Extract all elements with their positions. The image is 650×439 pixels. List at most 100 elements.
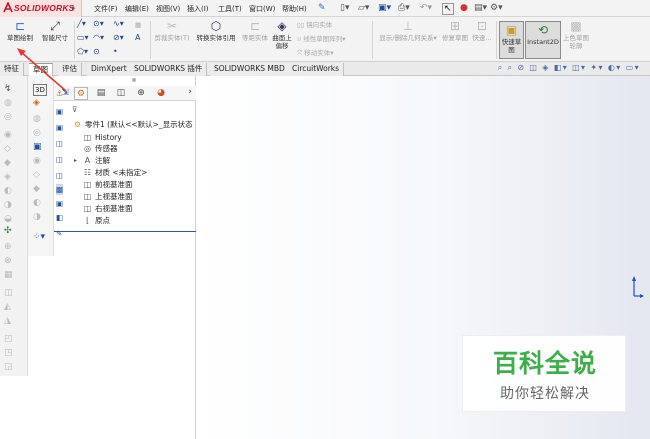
tool-icon[interactable]: ◑ [33,212,41,222]
side-tool-icon[interactable]: ▣ [56,106,63,117]
3d-sketch-icon[interactable]: 3D [33,84,47,96]
tool-icon[interactable]: ◑ [4,200,12,210]
spline-tool-icon[interactable]: ∿▾ [113,19,124,29]
tab-evaluate[interactable]: 评估 [58,63,82,76]
menu-help[interactable]: 帮助(H) [282,4,307,14]
tree-item-sensors[interactable]: ◎ 传感器 [82,143,118,154]
tool-icon[interactable]: ◎ [33,128,41,138]
tool-icon[interactable]: ◫ [4,288,13,298]
tree-item-top-plane[interactable]: ◫ 上视基准面 [82,191,133,202]
heads-up-view-toolbar[interactable]: ⌕ ⌕ ⊘ ◫ ◈ ◧▾ ◫▾ ✦▾ ◐▾ ▭▾ [498,63,640,73]
tool-icon[interactable]: ◐ [4,186,12,196]
tree-item-front-plane[interactable]: ◫ 前视基准面 [82,179,133,190]
side-tool-icon[interactable]: ◫ [56,138,63,149]
tool-icon[interactable]: ◒ [4,214,12,224]
quick-snaps-button[interactable]: ⊡ 快速... [469,19,495,42]
tool-icon[interactable]: ▦ [4,270,13,280]
centerline-tool-icon[interactable]: • [113,47,118,57]
select-icon[interactable]: ↖ [442,3,454,15]
selection-filter-icon[interactable]: ↯ [4,84,12,94]
solidworks-logo[interactable]: SOLIDWORKS ▸ [0,0,82,17]
trim-entities-button[interactable]: ✂ 剪裁实体(T) [153,19,191,42]
filter-icon[interactable]: ⊽ [72,104,78,115]
tool-icon[interactable]: ◇ [33,170,40,180]
pin-icon[interactable]: ✎ [318,3,326,13]
options-gear-icon[interactable]: ⚙▾ [490,3,503,13]
line-tool-icon[interactable]: ╱▾ [77,19,86,29]
tab-dimxpert[interactable]: DimXpert [87,63,132,76]
display-manager-tab-icon[interactable]: ◕ [154,87,168,100]
repair-sketch-button[interactable]: ⊞ 修复草图 [442,19,468,42]
print-icon[interactable]: ⎙▾ [398,3,410,13]
menu-view[interactable]: 视图(V) [156,4,180,14]
sketch-button[interactable]: ⊏ 草图绘制 [3,19,37,42]
side-tool-icon[interactable]: ◫ [56,154,63,165]
arc-tool-icon[interactable]: ◠▾ [93,33,104,43]
rectangle-tool-icon[interactable]: ▭▾ [77,33,89,43]
menu-edit[interactable]: 编辑(E) [125,4,149,14]
tab-sketch[interactable]: 草图 [29,63,53,76]
point-tool-icon[interactable]: ⊙ [93,47,100,57]
tree-item-material[interactable]: ☷ 材质 <未指定> [82,167,148,178]
display-relations-button[interactable]: ⊥ 显示/删除几何关系▾ [375,19,441,42]
tool-icon[interactable]: ◆ [4,158,11,168]
tool-icon[interactable]: ⊕ [4,242,12,252]
tool-icon[interactable]: ◭ [4,302,11,312]
shaded-sketch-contours-button[interactable]: ▩ 上色草图轮廓 [563,19,589,50]
menu-tools[interactable]: 工具(T) [218,4,242,14]
surface-tool-icon[interactable]: ✣ [4,226,12,236]
save-icon[interactable]: ▣▾ [378,3,391,13]
side-tool-icon[interactable]: ▩ [56,184,64,195]
side-tool-icon[interactable]: ◧ [56,212,63,223]
new-document-icon[interactable]: ▯▾ [340,3,349,13]
property-manager-tab-icon[interactable]: ▤ [94,87,108,100]
rapid-sketch-button[interactable]: ▣ 快速草图 [499,21,524,59]
tool-icon[interactable]: ◉ [33,156,41,166]
open-document-icon[interactable]: ▱▾ [358,3,369,13]
tool-icon[interactable]: ◰ [4,334,13,344]
feature-manager-tab-icon[interactable]: ⚙ [74,87,88,100]
tool-icon[interactable]: ◍ [33,114,41,124]
ellipse-tool-icon[interactable]: ⊘▾ [113,33,124,43]
tool-icon[interactable]: ◈ [4,172,11,182]
note-tool-icon[interactable]: ▦ [135,20,141,30]
move-entities-button[interactable]: ⤧ 移动实体▾ [297,48,334,58]
panel-grip-dot[interactable] [132,78,136,82]
menu-insert[interactable]: 插入(I) [187,4,209,14]
tool-icon[interactable]: ◲ [4,362,13,372]
tree-item-part[interactable]: ⚙ 零件1 (默认<<默认>_显示状态 [72,119,193,130]
mirror-entities-button[interactable]: ▯▯ 镜向实体 [297,20,332,30]
text-tool-icon[interactable]: A [135,33,140,43]
menu-file[interactable]: 文件(F) [94,4,118,14]
tree-item-history[interactable]: ◫ History [82,132,122,143]
block-tool-icon[interactable]: ▣ [33,142,42,152]
tool-icon[interactable]: ⊗ [4,256,12,266]
tool-icon[interactable]: ◮ [4,316,11,326]
side-tool-icon[interactable]: ▣ [56,198,63,209]
tool-icon[interactable]: ◳ [4,348,13,358]
expand-arrow-icon[interactable]: ▸ [74,155,77,166]
circle-tool-icon[interactable]: ⊙▾ [93,19,104,29]
pattern-tool-icon[interactable]: ⁘▾ [33,232,45,242]
offset-on-surface-button[interactable]: ◈ 曲面上 偏移 [270,19,294,50]
edit-tool-icon[interactable]: ✎ [56,228,62,239]
linear-pattern-button[interactable]: ⁞⁞ 线性草图阵列▾ [297,34,345,44]
tool-icon[interactable]: ◇ [4,144,11,154]
tool-icon[interactable]: ◆ [33,184,40,194]
tab-features[interactable]: 特征 [0,63,24,76]
offset-entities-button[interactable]: ⊏ 等距实体 [241,19,269,42]
sketch-tool-icon[interactable]: ◈ [33,98,40,108]
tool-icon[interactable]: ◉ [4,130,12,140]
smart-dimension-button[interactable]: ⤢ 智能尺寸 [38,19,72,42]
rollback-bar[interactable] [54,231,196,232]
menu-window[interactable]: 窗口(W) [249,4,275,14]
logo-expand-arrow-icon[interactable]: ▸ [72,4,76,12]
tree-item-origin[interactable]: ⌊ 原点 [82,215,110,226]
tab-circuitworks[interactable]: CircuitWorks [288,63,345,76]
convert-entities-button[interactable]: ⬡ 转换实体引用 [192,19,240,42]
tab-solidworks-addins[interactable]: SOLIDWORKS 插件 [130,63,208,76]
tree-item-annotations[interactable]: ▸ A 注解 [74,155,110,166]
instant2d-button[interactable]: ⟲ Instant2D [525,21,561,59]
polygon-tool-icon[interactable]: ⬠▾ [77,47,88,57]
tab-solidworks-mbd[interactable]: SOLIDWORKS MBD [210,63,290,76]
